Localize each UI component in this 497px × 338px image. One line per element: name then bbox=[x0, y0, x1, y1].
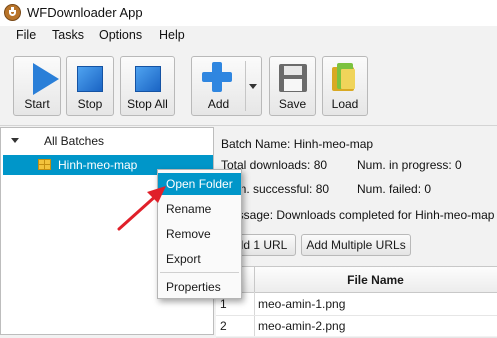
row-file-name: meo-amin-2.png bbox=[258, 319, 346, 333]
add-multiple-urls-button[interactable]: Add Multiple URLs bbox=[301, 234, 411, 256]
app-logo-icon bbox=[4, 4, 21, 21]
start-button[interactable]: Start bbox=[13, 56, 61, 116]
num-failed: Num. failed: 0 bbox=[357, 182, 432, 196]
stop-all-icon bbox=[134, 66, 161, 92]
row-index: 2 bbox=[220, 319, 227, 333]
row-file-name: meo-amin-1.png bbox=[258, 297, 346, 311]
floppy-disk-icon bbox=[278, 64, 307, 92]
toolbar: Start Stop Stop All Add Save Load bbox=[0, 47, 497, 126]
save-button[interactable]: Save bbox=[269, 56, 316, 116]
file-table: File Name 1 meo-amin-1.png 2 meo-amin-2.… bbox=[216, 266, 497, 338]
context-menu: Open Folder Rename Remove Export Propert… bbox=[157, 169, 242, 299]
menu-separator bbox=[160, 272, 239, 273]
stop-all-button[interactable]: Stop All bbox=[120, 56, 175, 116]
column-header-file-name[interactable]: File Name bbox=[254, 273, 497, 287]
menu-item-open-folder[interactable]: Open Folder bbox=[158, 173, 241, 195]
load-label: Load bbox=[331, 97, 359, 111]
play-icon bbox=[33, 63, 59, 95]
stop-label: Stop bbox=[77, 97, 103, 111]
stop-all-label: Stop All bbox=[127, 97, 168, 111]
status-message: Message: Downloads completed for Hinh-me… bbox=[221, 208, 495, 222]
stop-icon bbox=[77, 66, 103, 92]
menu-item-rename[interactable]: Rename bbox=[158, 198, 241, 220]
menu-help[interactable]: Help bbox=[159, 28, 185, 42]
menu-bar: File Tasks Options Help bbox=[0, 26, 497, 46]
menu-options[interactable]: Options bbox=[99, 28, 142, 42]
num-in-progress: Num. in progress: 0 bbox=[357, 158, 462, 172]
menu-item-remove[interactable]: Remove bbox=[158, 223, 241, 245]
load-button[interactable]: Load bbox=[322, 56, 368, 116]
save-label: Save bbox=[278, 97, 307, 111]
split-divider bbox=[245, 61, 246, 111]
menu-tasks[interactable]: Tasks bbox=[52, 28, 84, 42]
row-index: 1 bbox=[220, 297, 227, 311]
menu-item-export[interactable]: Export bbox=[158, 248, 241, 270]
batch-name: Batch Name: Hinh-meo-map bbox=[221, 137, 374, 151]
batch-grid-icon bbox=[38, 159, 51, 170]
plus-icon bbox=[202, 62, 232, 92]
table-header: File Name bbox=[216, 267, 497, 293]
start-label: Start bbox=[24, 97, 50, 111]
chevron-down-icon[interactable] bbox=[249, 84, 257, 89]
menu-item-properties[interactable]: Properties bbox=[158, 276, 241, 298]
add-split-button[interactable]: Add bbox=[191, 56, 262, 116]
menu-file[interactable]: File bbox=[16, 28, 36, 42]
add-label: Add bbox=[207, 97, 230, 111]
table-row[interactable]: 1 meo-amin-1.png bbox=[216, 293, 497, 316]
stop-button[interactable]: Stop bbox=[66, 56, 114, 116]
expand-arrow-icon[interactable] bbox=[11, 138, 19, 143]
window-title: WFDownloader App bbox=[27, 5, 143, 20]
tree-item-hinh-meo-map[interactable]: Hinh-meo-map bbox=[58, 158, 137, 172]
load-folder-icon bbox=[332, 63, 358, 91]
tree-root-all-batches[interactable]: All Batches bbox=[44, 134, 104, 148]
title-bar: WFDownloader App bbox=[0, 0, 497, 26]
